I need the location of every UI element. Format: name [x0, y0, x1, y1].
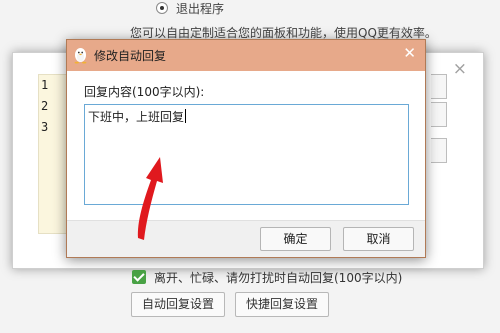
qq-penguin-icon	[74, 48, 87, 64]
checkbox-checked-icon[interactable]	[132, 270, 146, 284]
auto-reply-checkbox-label: 离开、忙碌、请勿打扰时自动回复(100字以内)	[154, 270, 403, 285]
cancel-button[interactable]: 取消	[343, 227, 414, 251]
edit-auto-reply-dialog: 修改自动回复 ✕ 回复内容(100字以内): 下班中，上班回复 确定 取消	[66, 39, 426, 258]
dialog-title-bar[interactable]: 修改自动回复	[67, 40, 425, 71]
exit-program-label: 退出程序	[176, 1, 225, 16]
dialog-title: 修改自动回复	[94, 49, 167, 63]
exit-program-option[interactable]: 退出程序	[156, 0, 224, 16]
delete-reply-button[interactable]	[431, 138, 447, 163]
edit-reply-button[interactable]	[431, 102, 447, 127]
reply-content-value: 下班中，上班回复	[88, 110, 185, 124]
dialog-footer: 确定 取消	[67, 220, 425, 257]
confirm-button[interactable]: 确定	[260, 227, 331, 251]
reply-content-label: 回复内容(100字以内):	[84, 85, 205, 99]
radio-selected-icon[interactable]	[156, 2, 168, 14]
auto-reply-settings-button[interactable]: 自动回复设置	[131, 292, 226, 317]
close-icon[interactable]: ×	[453, 61, 467, 78]
quick-reply-settings-button[interactable]: 快捷回复设置	[235, 292, 330, 317]
add-reply-button[interactable]	[431, 74, 447, 99]
red-arrow-icon	[137, 157, 163, 240]
text-caret	[185, 109, 187, 123]
close-icon[interactable]: ✕	[403, 46, 416, 61]
auto-reply-option[interactable]: 离开、忙碌、请勿打扰时自动回复(100字以内)	[132, 268, 402, 286]
